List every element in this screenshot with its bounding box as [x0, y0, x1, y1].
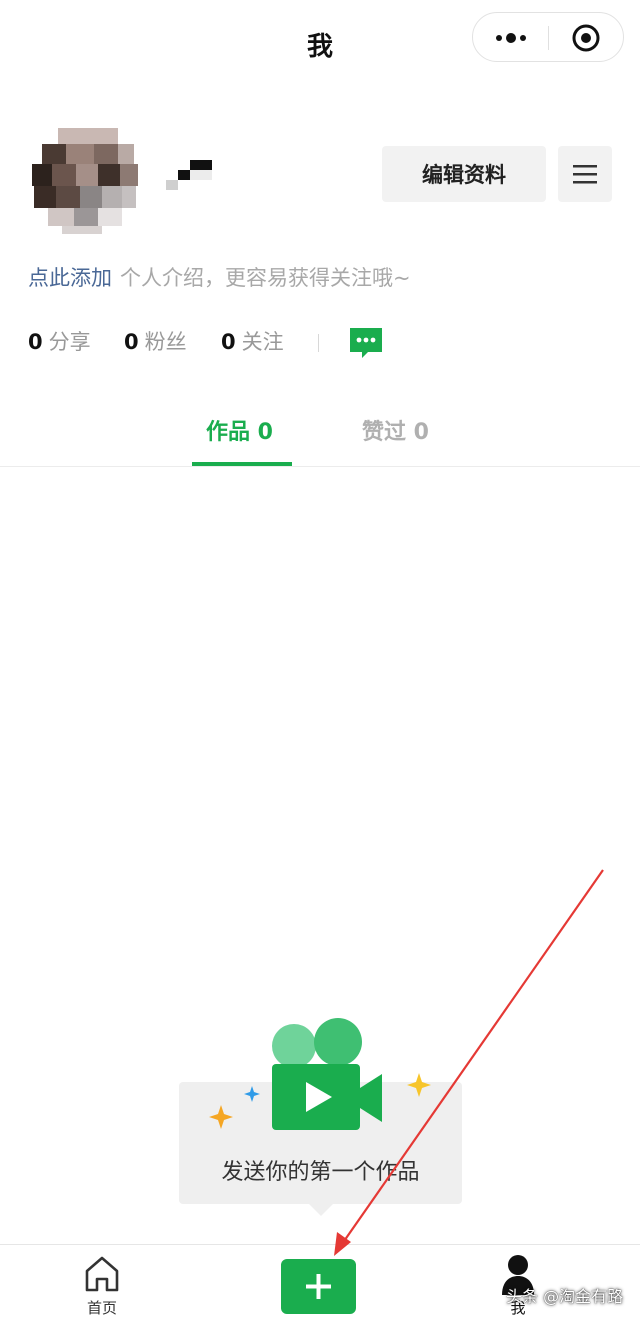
edit-profile-button[interactable]: 编辑资料 [382, 146, 546, 202]
menu-button[interactable] [558, 146, 612, 202]
stat-shares-count: 0 [28, 330, 43, 354]
publish-button[interactable] [281, 1259, 356, 1314]
stat-following[interactable]: 0 关注 [221, 326, 284, 356]
sparkle-icon [244, 1086, 260, 1102]
stat-fans-count: 0 [124, 330, 139, 354]
nickname [166, 160, 212, 190]
stat-fans[interactable]: 0 粉丝 [124, 326, 187, 356]
video-camera-icon [272, 1018, 382, 1130]
mini-program-capsule [472, 12, 624, 62]
avatar[interactable] [28, 128, 142, 234]
navigation-bar: 我 [0, 0, 640, 90]
target-circle-icon[interactable] [569, 21, 603, 55]
tabbar-home[interactable]: 首页 [62, 1245, 142, 1318]
tab-liked[interactable]: 赞过 0 [362, 414, 429, 446]
tabbar-home-label: 首页 [86, 1299, 117, 1317]
stat-shares-label: 分享 [48, 330, 91, 354]
add-bio-link[interactable]: 点此添加 [28, 266, 112, 290]
bio-hint: 个人介绍，更容易获得关注哦~ [120, 266, 411, 290]
stat-following-count: 0 [221, 330, 236, 354]
tabbar-me[interactable]: 我 [478, 1245, 558, 1318]
tab-works[interactable]: 作品 0 [206, 414, 273, 446]
empty-state-text: 发送你的第一个作品 [221, 1160, 420, 1185]
more-dots-icon[interactable] [491, 21, 531, 55]
watermark: 头条 @淘金有路 [506, 1287, 624, 1306]
message-icon[interactable] [348, 326, 384, 360]
bio-line: 点此添加 个人介绍，更容易获得关注哦~ [28, 262, 411, 292]
stat-fans-label: 粉丝 [144, 330, 187, 354]
tabs-divider [0, 466, 640, 467]
sparkle-icon [209, 1105, 233, 1129]
stats-divider [318, 334, 319, 352]
hamburger-icon [573, 165, 597, 184]
stat-shares[interactable]: 0 分享 [28, 326, 91, 356]
stat-following-label: 关注 [241, 330, 284, 354]
sparkle-icon [407, 1073, 431, 1097]
home-icon [85, 1256, 119, 1292]
plus-icon [306, 1274, 331, 1299]
capsule-divider [548, 26, 549, 50]
